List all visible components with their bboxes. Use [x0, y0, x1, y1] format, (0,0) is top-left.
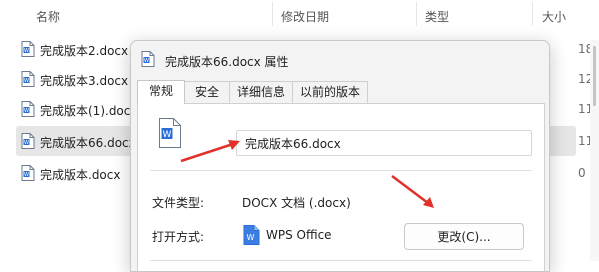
column-divider: [416, 2, 417, 26]
column-type[interactable]: 类型: [425, 8, 449, 25]
column-size[interactable]: 大小: [542, 8, 566, 25]
svg-text:W: W: [24, 172, 29, 178]
file-name: 完成版本66.docx: [40, 136, 136, 150]
filename-input[interactable]: [236, 130, 532, 156]
column-modified[interactable]: 修改日期: [281, 8, 329, 25]
column-name[interactable]: 名称: [36, 8, 60, 25]
word-doc-icon: W: [21, 101, 35, 120]
divider: [150, 170, 532, 171]
tab-details[interactable]: 详细信息: [229, 81, 293, 103]
open-with-app-name: WPS Office: [266, 228, 332, 242]
open-with-label: 打开方式:: [152, 230, 205, 244]
word-doc-icon: W: [21, 71, 35, 90]
column-divider: [532, 2, 533, 26]
scrollbar-thumb[interactable]: [593, 46, 596, 106]
vertical-scrollbar[interactable]: [590, 40, 599, 261]
tab-strip: 常规 安全 详细信息 以前的版本: [137, 80, 543, 104]
dialog-title: 完成版本66.docx 属性: [165, 55, 289, 69]
file-name: 完成版本.docx: [40, 168, 121, 182]
file-name: 完成版本3.docx: [40, 74, 129, 88]
svg-text:W: W: [24, 78, 29, 84]
word-doc-icon: W: [21, 133, 35, 152]
properties-dialog: W 完成版本66.docx 属性 常规 安全 详细信息 以前的版本 W 文件类型…: [130, 40, 550, 272]
general-panel: W 文件类型: DOCX 文档 (.docx) 打开方式: W WPS Offi…: [137, 103, 545, 271]
svg-text:W: W: [24, 140, 29, 146]
word-doc-icon: W: [158, 118, 182, 151]
tab-security[interactable]: 安全: [184, 81, 230, 103]
word-doc-icon: W: [21, 41, 35, 60]
column-header-bar: 名称 修改日期 类型 大小: [0, 0, 599, 28]
file-type-label: 文件类型:: [152, 196, 205, 210]
svg-text:W: W: [163, 130, 172, 140]
svg-text:W: W: [247, 233, 255, 242]
column-divider: [272, 2, 273, 26]
file-name: 完成版本2.docx: [40, 44, 129, 58]
tab-general[interactable]: 常规: [137, 80, 185, 104]
change-button[interactable]: 更改(C)...: [404, 223, 524, 250]
tab-previous-versions[interactable]: 以前的版本: [292, 81, 368, 103]
file-name: 完成版本(1).docx: [40, 104, 138, 118]
svg-text:W: W: [24, 48, 29, 54]
svg-text:W: W: [24, 108, 29, 114]
file-type-value: DOCX 文档 (.docx): [242, 196, 351, 210]
word-doc-icon: W: [141, 51, 155, 70]
svg-text:W: W: [144, 58, 149, 64]
word-doc-icon: W: [21, 165, 35, 184]
wps-office-icon: W: [242, 225, 260, 248]
